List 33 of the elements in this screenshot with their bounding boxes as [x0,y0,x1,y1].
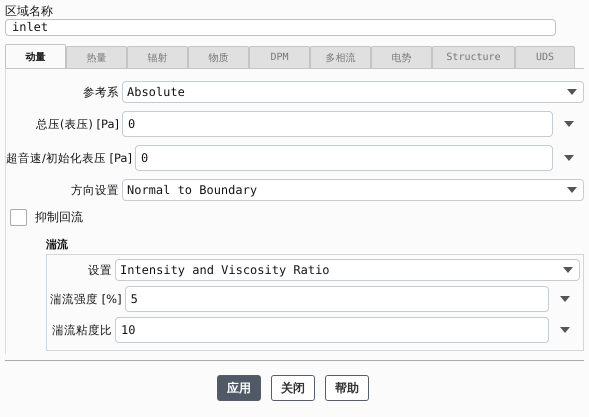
field-label: 方向设置 [70,182,120,198]
field-label: 总压(表压) [Pa] [34,116,120,132]
group-title: 湍流 [46,237,68,252]
caret-icon [567,187,577,193]
tab[interactable]: 电势 [371,46,432,68]
checkbox-label: 抑制回流 [35,209,83,226]
input-field[interactable]: 0 [122,111,553,137]
input-field[interactable]: 10 [115,317,549,343]
field-label: 设置 [87,262,113,278]
caret-icon[interactable] [560,296,570,302]
caret-icon[interactable] [564,121,574,127]
dropdown[interactable]: Intensity and Viscosity Ratio [115,259,580,281]
field-label: 参考系 [82,84,120,100]
dialog-button[interactable]: 应用 [217,375,261,401]
tab[interactable]: 动量 [5,44,66,68]
caret-icon [567,89,577,95]
field-label: 超音速/初始化表压 [Pa] [6,150,133,166]
checkbox[interactable] [10,209,27,226]
dialog-button[interactable]: 帮助 [325,375,369,401]
caret-icon [563,267,573,273]
input-field[interactable]: inlet [5,19,556,36]
caret-icon[interactable] [564,155,574,161]
input-field[interactable]: 5 [124,286,549,312]
field-label: 区域名称 [5,3,53,19]
dialog-button[interactable]: 关闭 [271,375,315,401]
field-label: 湍流强度 [%] [50,292,123,306]
tab[interactable]: 热量 [66,46,127,68]
dropdown[interactable]: Normal to Boundary [122,179,584,201]
tab[interactable]: 物质 [188,46,249,68]
input-field[interactable]: 0 [134,145,553,171]
field-label: 湍流粘度比 [51,322,113,338]
dropdown[interactable]: Absolute [122,81,584,103]
caret-icon[interactable] [560,327,570,333]
